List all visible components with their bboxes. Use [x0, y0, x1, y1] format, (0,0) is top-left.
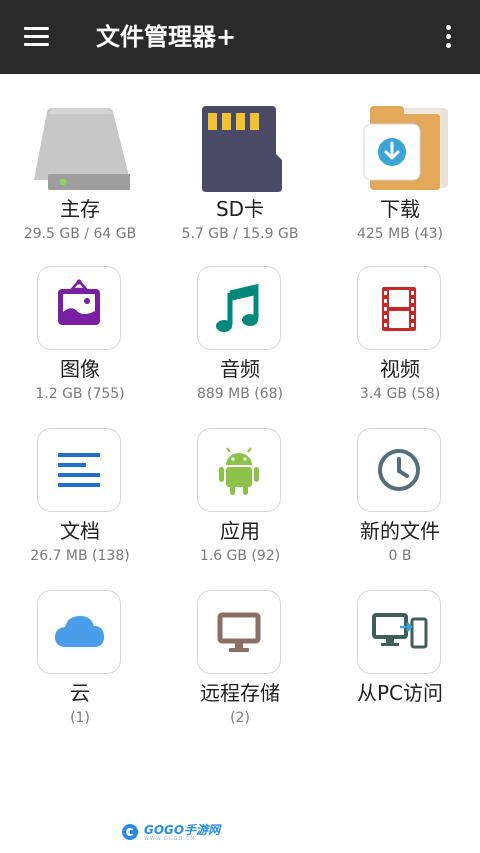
item-label: 远程存储: [200, 681, 280, 705]
grid-item-main-storage[interactable]: 主存 29.5 GB / 64 GB: [0, 90, 160, 250]
item-label: 新的文件: [360, 519, 440, 543]
android-icon: [219, 447, 259, 495]
clock-icon: [378, 449, 420, 491]
film-icon: [382, 287, 416, 331]
image-icon: [58, 279, 100, 325]
watermark-subtext: WWW.GOGO.CN: [144, 836, 196, 842]
sd-card-icon: [190, 102, 290, 194]
download-folder-icon: [350, 102, 450, 194]
grid-item-access-from-pc[interactable]: 从PC访问: [320, 574, 480, 734]
icon-frame: [197, 590, 281, 674]
grid-item-documents[interactable]: 文档 26.7 MB (138): [0, 412, 160, 572]
item-detail: (1): [70, 710, 90, 726]
item-label: 主存: [60, 197, 100, 221]
watermark: GOGO手游网 WWW.GOGO.CN: [120, 820, 230, 846]
icon-frame: [197, 428, 281, 512]
more-vertical-icon[interactable]: [436, 22, 462, 52]
hard-drive-icon: [30, 102, 130, 194]
item-detail: 425 MB (43): [356, 226, 444, 242]
grid-item-sd-card[interactable]: SD卡 5.7 GB / 15.9 GB: [160, 90, 320, 250]
item-detail: 5.7 GB / 15.9 GB: [181, 226, 299, 242]
item-label: 音频: [220, 357, 260, 381]
monitor-icon: [217, 612, 261, 652]
item-detail: 889 MB (68): [196, 386, 284, 402]
item-label: 云: [70, 681, 90, 705]
grid-item-downloads[interactable]: 下载 425 MB (43): [320, 90, 480, 250]
pc-to-phone-icon: [372, 613, 428, 649]
item-label: 文档: [60, 519, 100, 543]
app-title: 文件管理器+: [96, 23, 237, 51]
icon-frame: [197, 266, 281, 350]
grid-item-apps[interactable]: 应用 1.6 GB (92): [160, 412, 320, 572]
icon-frame: [37, 266, 121, 350]
app-bar: 文件管理器+: [0, 0, 480, 74]
item-detail: 1.2 GB (755): [35, 386, 125, 402]
hamburger-menu-icon[interactable]: [18, 22, 56, 52]
item-label: 图像: [60, 357, 100, 381]
item-label: 应用: [220, 519, 260, 543]
grid-item-recent-files[interactable]: 新的文件 0 B: [320, 412, 480, 572]
item-detail: 3.4 GB (58): [359, 386, 441, 402]
item-detail: 1.6 GB (92): [199, 548, 281, 564]
item-label: 从PC访问: [356, 681, 444, 705]
grid-item-cloud[interactable]: 云 (1): [0, 574, 160, 734]
grid-item-video[interactable]: 视频 3.4 GB (58): [320, 250, 480, 410]
item-detail: 29.5 GB / 64 GB: [23, 226, 137, 242]
icon-frame: [357, 590, 441, 674]
icon-frame: [357, 266, 441, 350]
icon-frame: [357, 428, 441, 512]
item-detail: 0 B: [388, 548, 412, 564]
item-detail: 26.7 MB (138): [30, 548, 130, 564]
cloud-icon: [55, 616, 104, 647]
item-label: 视频: [380, 357, 420, 381]
music-note-icon: [216, 283, 259, 332]
grid-item-remote-storage[interactable]: 远程存储 (2): [160, 574, 320, 734]
item-label: SD卡: [215, 197, 265, 221]
icon-frame: [37, 590, 121, 674]
icon-frame: [37, 428, 121, 512]
document-icon: [58, 453, 100, 487]
item-label: 下载: [380, 197, 420, 221]
grid-item-audio[interactable]: 音频 889 MB (68): [160, 250, 320, 410]
watermark-logo-icon: [122, 824, 138, 840]
item-detail: (2): [230, 710, 250, 726]
grid-item-images[interactable]: 图像 1.2 GB (755): [0, 250, 160, 410]
